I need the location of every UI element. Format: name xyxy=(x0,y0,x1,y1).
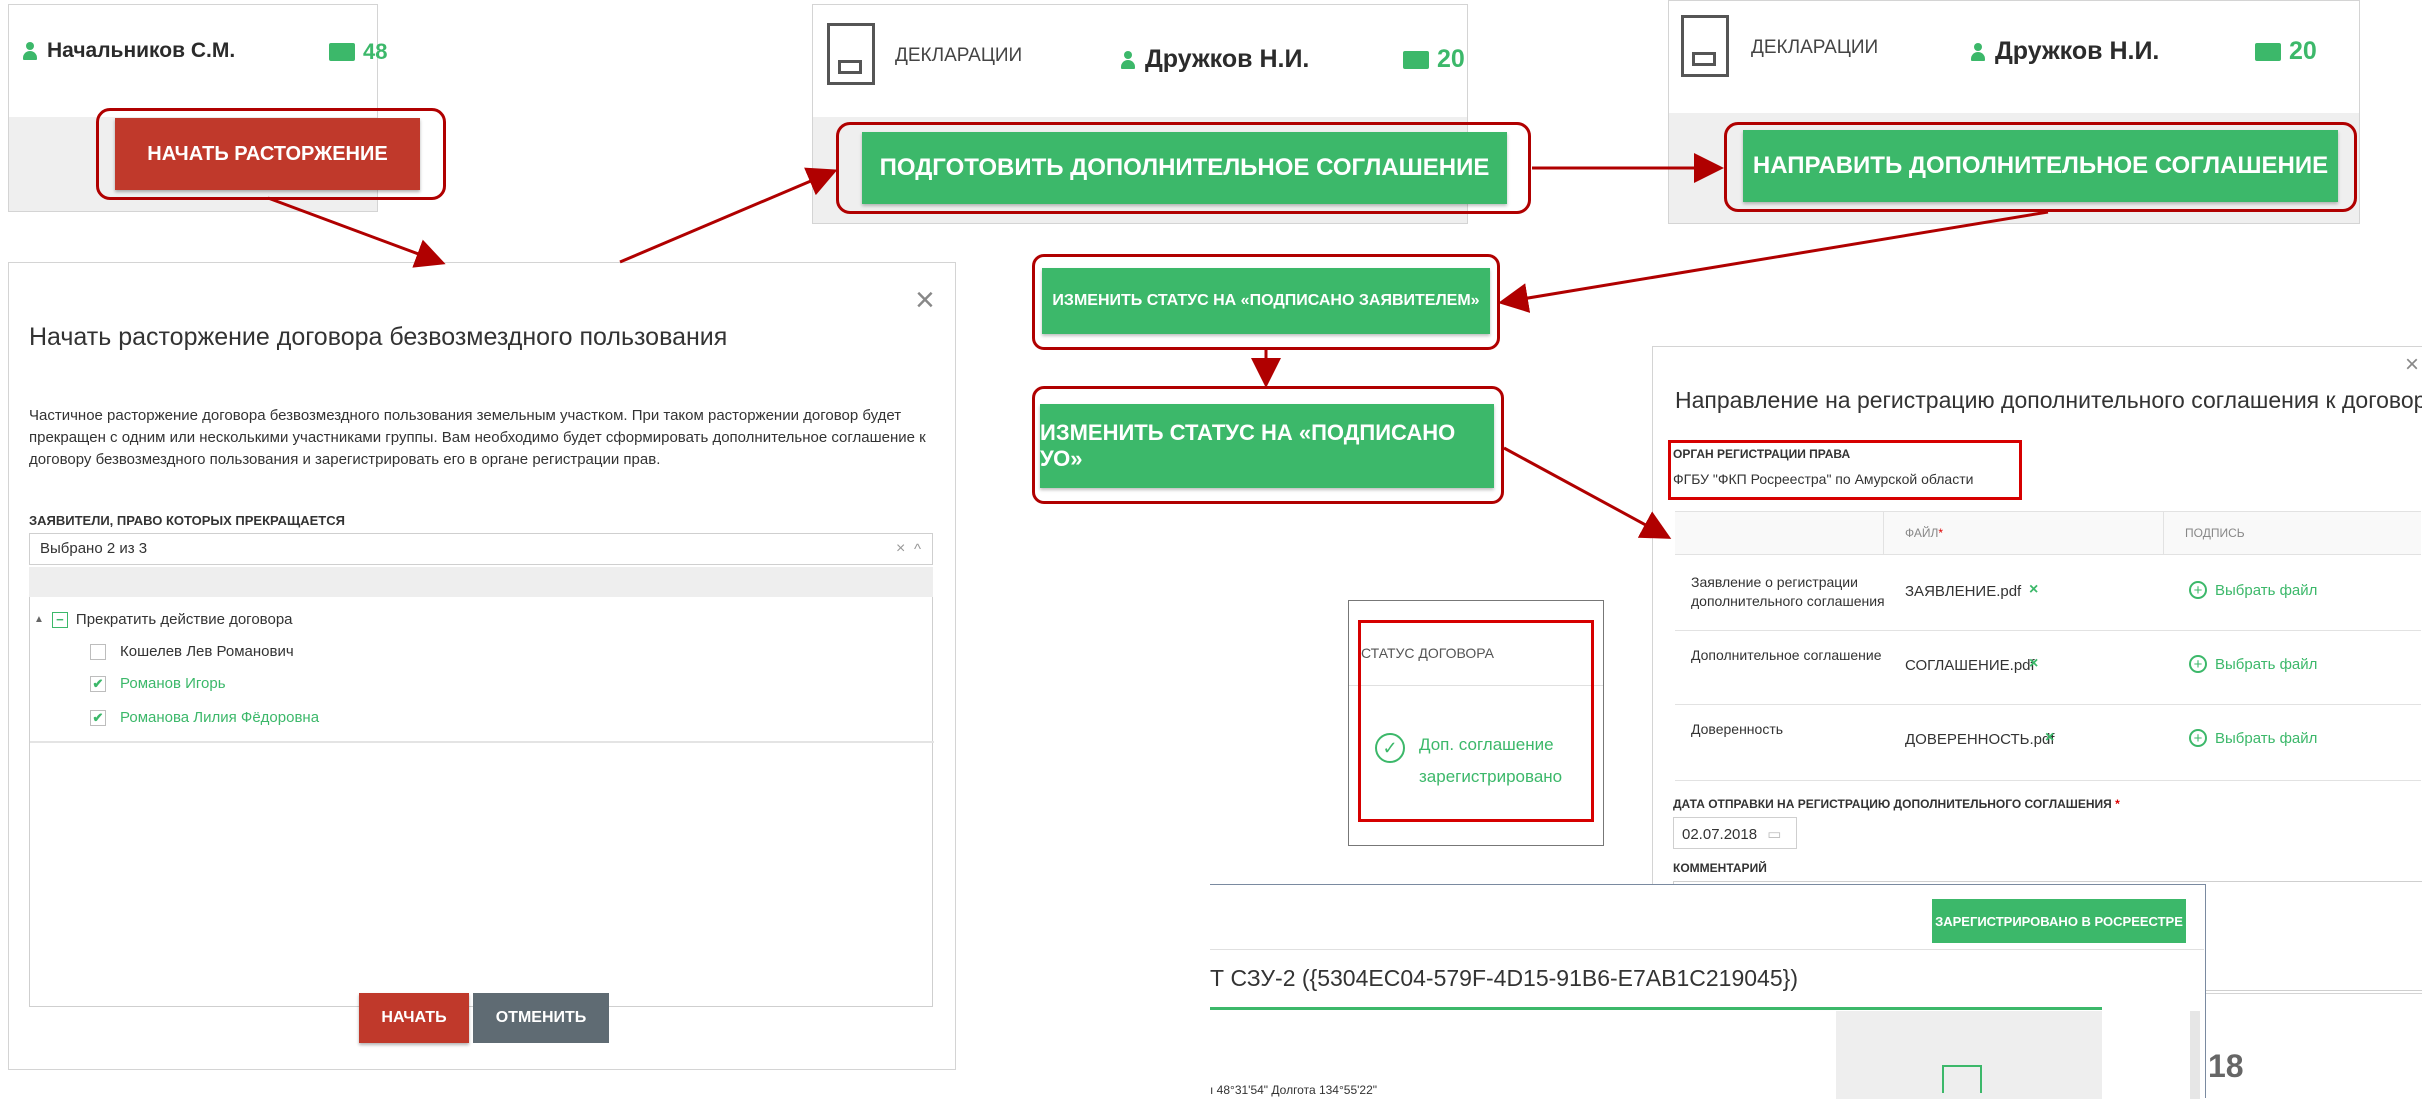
arrow xyxy=(619,167,838,264)
contract-card: ЗАРЕГИСТРИРОВАНО В РОСРЕЕСТРЕ Т СЗУ-2 ({… xyxy=(1210,884,2206,1099)
table-row: Заявление о регистрации дополнительного … xyxy=(1675,555,2421,631)
mail-icon xyxy=(1403,50,1429,69)
mail-count: 20 xyxy=(2289,37,2317,65)
user-name: Начальников С.М. xyxy=(47,39,236,62)
document-name: Заявление о регистрации дополнительного … xyxy=(1691,574,1885,609)
pick-file-link[interactable]: + Выбрать файл xyxy=(2189,729,2317,747)
user-info: Дружков Н.И. xyxy=(1121,45,1309,74)
start-button[interactable]: НАЧАТЬ xyxy=(359,993,469,1043)
table-row: Дополнительное соглашение СОГЛАШЕНИЕ.pdf… xyxy=(1675,631,2421,705)
selected-count: Выбрано 2 из 3 xyxy=(40,540,148,557)
annotation-highlight xyxy=(1358,620,1594,822)
map-preview[interactable] xyxy=(1836,1011,2102,1099)
applicants-select[interactable]: Выбрано 2 из 3 × ^ xyxy=(29,533,933,565)
list-item[interactable]: ✔ Романова Лилия Фёдоровна xyxy=(90,709,319,726)
prepare-agreement-button[interactable]: ПОДГОТОВИТЬ ДОПОЛНИТЕЛЬНОЕ СОГЛАШЕНИЕ xyxy=(862,132,1507,204)
person-icon xyxy=(1971,42,1985,61)
mail-count: 48 xyxy=(363,39,388,64)
plus-circle-icon: + xyxy=(2189,655,2207,673)
remove-file-icon[interactable]: × xyxy=(2045,729,2054,747)
mail-count: 20 xyxy=(1437,45,1465,73)
remove-file-icon[interactable]: × xyxy=(2029,655,2038,673)
status-signed-uo-button[interactable]: ИЗМЕНИТЬ СТАТУС НА «ПОДПИСАНО УО» xyxy=(1040,404,1494,488)
user-name: Дружков Н.И. xyxy=(1995,37,2160,65)
user-info: Дружков Н.И. xyxy=(1971,37,2159,66)
dropdown-header xyxy=(29,567,933,597)
map-icon xyxy=(1942,1065,1982,1093)
close-icon[interactable]: × xyxy=(915,283,935,317)
mail-icon xyxy=(2255,42,2281,61)
pick-file-link[interactable]: + Выбрать файл xyxy=(2189,655,2317,673)
column-header-file: ФАЙЛ* xyxy=(1905,526,1944,540)
contract-title: Т СЗУ-2 ({5304EC04-579F-4D15-91B6-E7AB1C… xyxy=(1210,965,1798,991)
file-name: СОГЛАШЕНИЕ.pdf xyxy=(1905,657,2035,674)
document-name: Дополнительное соглашение xyxy=(1691,647,1882,663)
document-name: Доверенность xyxy=(1691,721,1784,737)
tree-root[interactable]: ▲ − Прекратить действие договора xyxy=(34,611,293,628)
plus-circle-icon: + xyxy=(2189,729,2207,747)
send-agreement-button[interactable]: НАПРАВИТЬ ДОПОЛНИТЕЛЬНОЕ СОГЛАШЕНИЕ xyxy=(1743,130,2338,202)
close-icon[interactable]: × xyxy=(2405,353,2419,377)
document-icon xyxy=(827,23,875,85)
mail-counter[interactable]: 20 xyxy=(1403,45,1465,74)
coordinates: ı 48°31'54" Долгота 134°55'22" xyxy=(1210,1083,1378,1097)
section-label: ДЕКЛАРАЦИИ xyxy=(1751,37,1879,58)
table-header: ФАЙЛ* ПОДПИСЬ xyxy=(1675,511,2421,555)
user-info: Начальников С.М. xyxy=(23,39,235,63)
dialog-title: Направление на регистрацию дополнительно… xyxy=(1675,387,2422,413)
dialog-description: Частичное расторжение договора безвозмез… xyxy=(29,407,926,468)
person-icon xyxy=(1121,50,1135,69)
date-field[interactable]: 02.07.2018 ▭ xyxy=(1673,817,1797,849)
arrow xyxy=(1503,446,1672,539)
arrow xyxy=(1498,210,2049,313)
calendar-icon[interactable]: ▭ xyxy=(1767,826,1781,843)
termination-dialog: × Начать расторжение договора безвозмезд… xyxy=(8,262,956,1070)
pick-file-link[interactable]: + Выбрать файл xyxy=(2189,581,2317,599)
file-name: ДОВЕРЕННОСТЬ.pdf xyxy=(1905,731,2055,748)
file-name: ЗАЯВЛЕНИЕ.pdf xyxy=(1905,583,2022,600)
checkbox-checked[interactable]: ✔ xyxy=(90,675,106,692)
list-item-label: Романов Игорь xyxy=(120,675,226,692)
dropdown-list: ▲ − Прекратить действие договора Кошелев… xyxy=(29,597,934,1007)
mail-counter[interactable]: 48 xyxy=(329,39,387,65)
table-row: Доверенность ДОВЕРЕННОСТЬ.pdf × + Выбрать… xyxy=(1675,705,2421,781)
list-item[interactable]: ✔ Романов Игорь xyxy=(90,675,226,692)
column-header-signature: ПОДПИСЬ xyxy=(2185,526,2245,540)
checkbox-checked[interactable]: ✔ xyxy=(90,709,106,726)
annotation-highlight xyxy=(1668,440,2022,500)
document-icon xyxy=(1681,15,1729,77)
triangle-icon: ▲ xyxy=(34,614,44,625)
list-item[interactable]: Кошелев Лев Романович xyxy=(90,643,294,660)
comment-label: КОММЕНТАРИЙ xyxy=(1673,861,1767,875)
user-name: Дружков Н.И. xyxy=(1145,45,1310,73)
clear-icon[interactable]: × xyxy=(896,540,905,558)
list-item-label: Кошелев Лев Романович xyxy=(120,643,294,660)
person-icon xyxy=(23,42,37,60)
start-termination-button[interactable]: НАЧАТЬ РАСТОРЖЕНИЕ xyxy=(115,118,420,190)
chevron-up-icon[interactable]: ^ xyxy=(914,541,921,558)
list-item-label: Романова Лилия Фёдоровна xyxy=(120,709,320,726)
registered-badge: ЗАРЕГИСТРИРОВАНО В РОСРЕЕСТРЕ xyxy=(1932,899,2186,943)
section-label: ДЕКЛАРАЦИИ xyxy=(895,45,1023,66)
mail-icon xyxy=(329,43,355,61)
cancel-button[interactable]: ОТМЕНИТЬ xyxy=(473,993,609,1043)
applicants-label: ЗАЯВИТЕЛИ, ПРАВО КОТОРЫХ ПРЕКРАЩАЕТСЯ xyxy=(29,513,345,528)
page-number: 18 xyxy=(2208,1048,2244,1084)
date-label: ДАТА ОТПРАВКИ НА РЕГИСТРАЦИЮ ДОПОЛНИТЕЛЬ… xyxy=(1673,797,2120,811)
checkbox[interactable] xyxy=(90,643,106,660)
tree-root-label: Прекратить действие договора xyxy=(75,611,293,628)
status-signed-applicant-button[interactable]: ИЗМЕНИТЬ СТАТУС НА «ПОДПИСАНО ЗАЯВИТЕЛЕМ… xyxy=(1042,268,1490,334)
dialog-title: Начать расторжение договора безвозмездно… xyxy=(29,323,728,351)
mail-counter[interactable]: 20 xyxy=(2255,37,2317,66)
remove-file-icon[interactable]: × xyxy=(2029,581,2038,599)
scrollbar[interactable] xyxy=(2190,1011,2200,1099)
minus-checkbox-icon[interactable]: − xyxy=(51,611,68,628)
plus-circle-icon: + xyxy=(2189,581,2207,599)
